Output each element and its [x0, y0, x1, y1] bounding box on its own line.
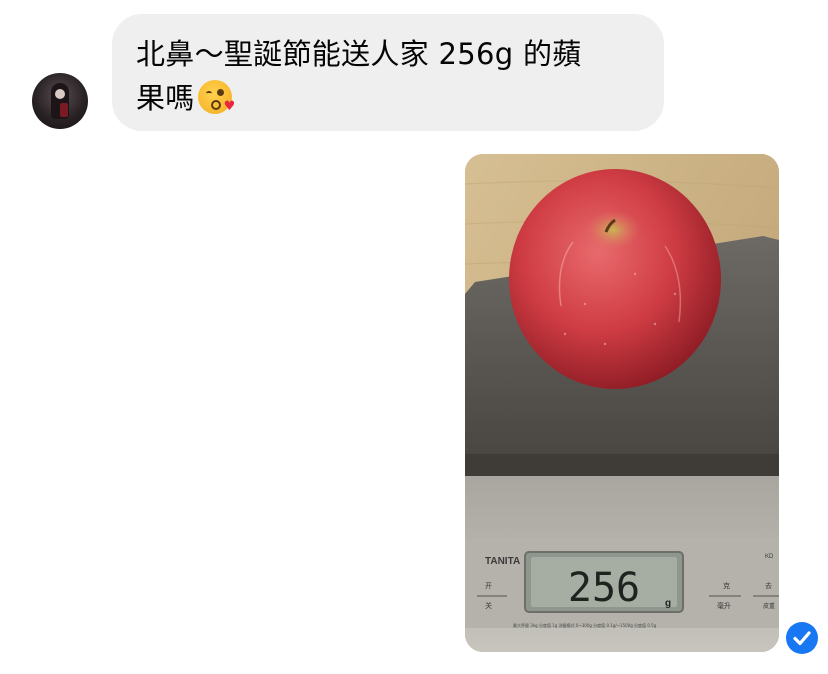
message-line-2: 果嗎 ♥: [136, 76, 638, 120]
avatar-face: [55, 89, 65, 99]
avatar-accent: [60, 103, 68, 117]
kiss-emoji-icon: ♥: [197, 80, 235, 114]
seen-check-icon: [786, 622, 818, 654]
scale-unit: g: [665, 598, 671, 609]
scale-brand: TANITA: [485, 556, 520, 567]
scale-model: KD: [765, 554, 774, 560]
incoming-message-bubble[interactable]: 北鼻～聖誕節能送人家 256g 的蘋 果嗎 ♥: [112, 14, 664, 131]
scale-label-tare: 去: [765, 581, 772, 590]
message-line-2-text: 果嗎: [136, 81, 195, 115]
message-line-1: 北鼻～聖誕節能送人家 256g 的蘋: [136, 37, 582, 71]
scale-label-off: 关: [485, 601, 492, 610]
scale-label-ml: 毫升: [717, 601, 731, 610]
scale-label-gram: 克: [723, 582, 730, 590]
sender-avatar[interactable]: [32, 73, 88, 129]
chat-thread: 北鼻～聖誕節能送人家 256g 的蘋 果嗎 ♥ TANITA 256 g 开 关…: [0, 0, 828, 674]
scale-label-on: 开: [485, 582, 492, 590]
outgoing-photo-message[interactable]: TANITA 256 g 开 关 克 毫升 去 皮重 KD 最大秤量 3kg 分…: [465, 154, 779, 652]
scale-fineprint: 最大秤量 3kg 分度值 1g 测量模式 0~300g 分度值 0.1g/~15…: [513, 622, 657, 628]
scale-label-tare2: 皮重: [763, 602, 775, 610]
scale-reading: 256: [568, 565, 640, 611]
apple-scale-photo: TANITA 256 g 开 关 克 毫升 去 皮重 KD 最大秤量 3kg 分…: [465, 154, 779, 652]
